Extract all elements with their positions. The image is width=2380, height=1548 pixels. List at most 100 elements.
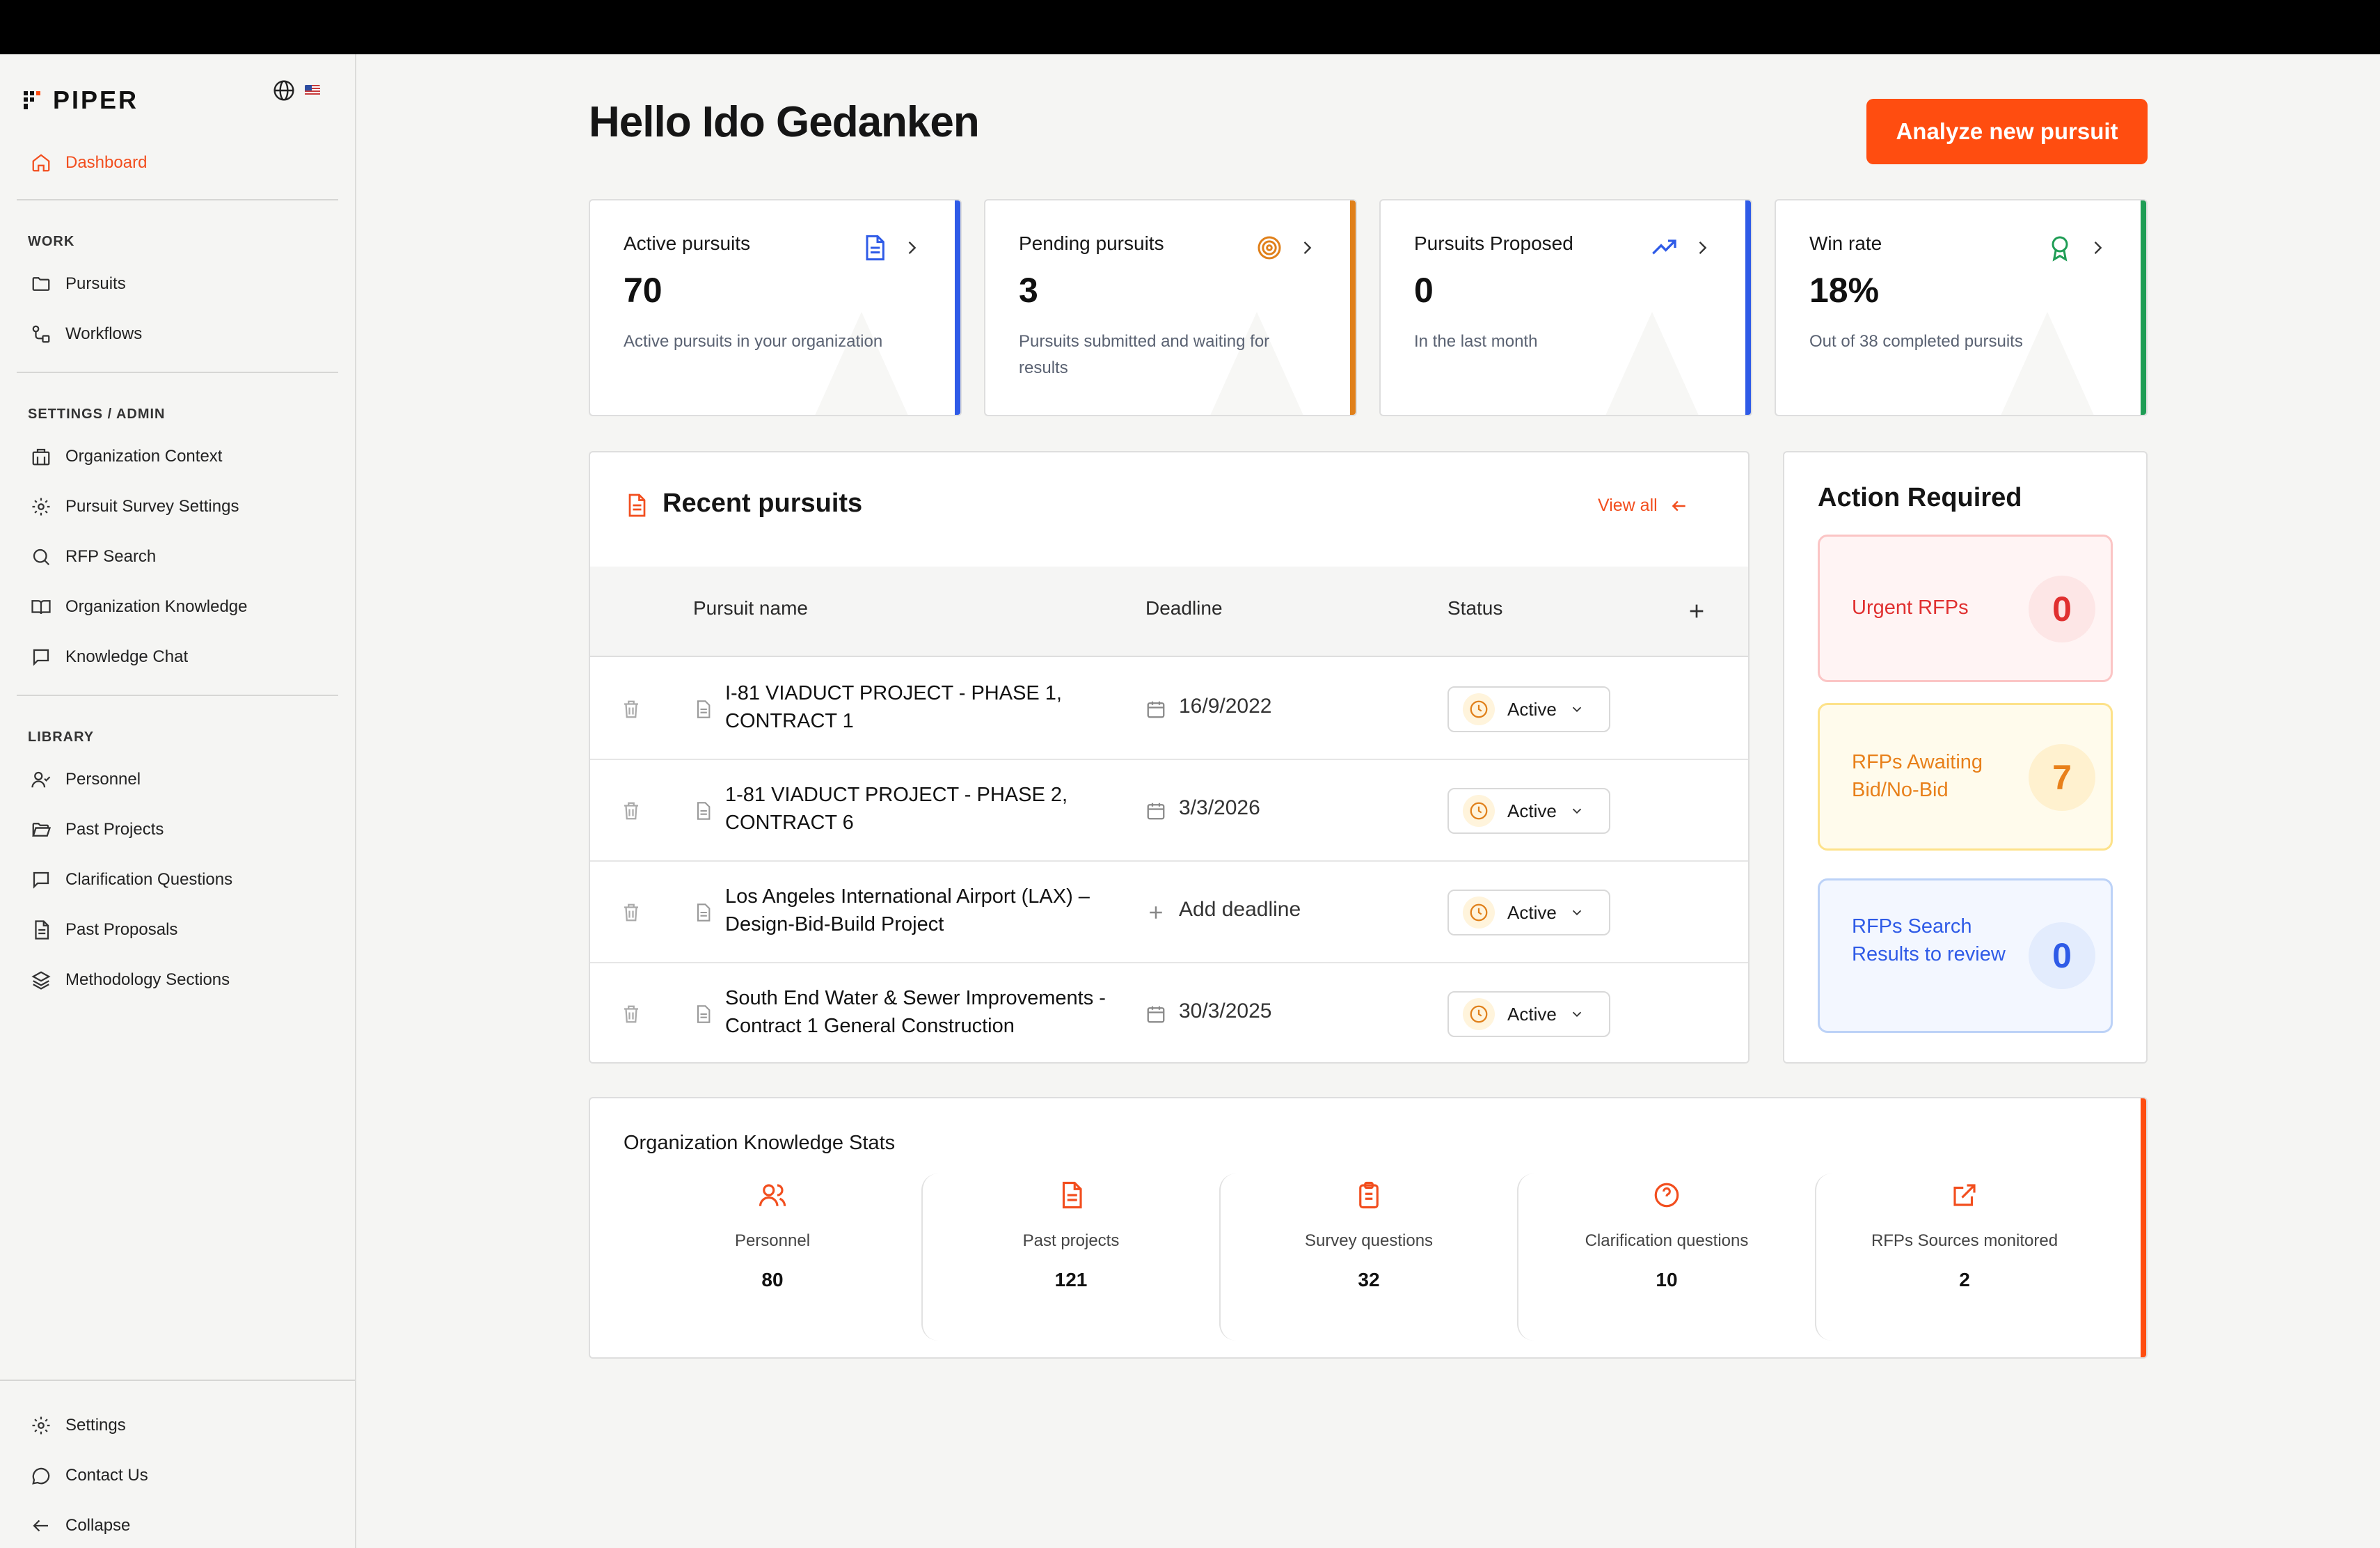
- action-card-urgent-rfps[interactable]: Urgent RFPs 0: [1818, 535, 2113, 682]
- column-header-deadline[interactable]: Deadline: [1145, 597, 1223, 619]
- us-flag-icon[interactable]: [305, 85, 320, 95]
- action-card-rfp-search-results[interactable]: RFPs Search Results to review 0: [1818, 878, 2113, 1033]
- external-link-icon: [1953, 1184, 1976, 1206]
- knowledge-stat-rfp-sources[interactable]: RFPs Sources monitored 2: [1815, 1174, 2113, 1341]
- sidebar-item-clarification-questions[interactable]: Clarification Questions: [31, 866, 232, 894]
- help-circle-icon: [1654, 1183, 1679, 1208]
- card-decoration: [1589, 312, 1715, 415]
- trash-icon[interactable]: [621, 799, 642, 823]
- sidebar-item-organization-knowledge[interactable]: Organization Knowledge: [31, 593, 248, 621]
- chevron-right-icon[interactable]: [902, 238, 921, 258]
- knowledge-stat-survey-questions[interactable]: Survey questions 32: [1219, 1174, 1517, 1341]
- clipboard-icon: [1359, 1181, 1379, 1209]
- sidebar-item-dashboard[interactable]: Dashboard: [31, 149, 147, 177]
- window-top-bar: [0, 0, 2380, 54]
- calendar-icon: [1147, 701, 1165, 718]
- chevron-right-icon[interactable]: [1692, 238, 1712, 258]
- sidebar-item-contact-us[interactable]: Contact Us: [31, 1462, 148, 1490]
- message-circle-icon: [32, 1467, 50, 1485]
- analyze-new-pursuit-button[interactable]: Analyze new pursuit: [1866, 99, 2148, 164]
- stat-card-pursuits-proposed[interactable]: Pursuits Proposed 0 In the last month: [1379, 199, 1752, 416]
- stat-card-pending-pursuits[interactable]: Pending pursuits 3 Pursuits submitted an…: [984, 199, 1357, 416]
- sidebar-item-past-proposals[interactable]: Past Proposals: [31, 916, 177, 944]
- status-dropdown[interactable]: Active: [1447, 890, 1610, 935]
- sidebar-item-methodology-sections[interactable]: Methodology Sections: [31, 966, 230, 994]
- file-icon: [697, 700, 711, 718]
- knowledge-stats-title: Organization Knowledge Stats: [624, 1132, 896, 1154]
- stat-title: Active pursuits: [624, 232, 751, 254]
- view-all-link[interactable]: View all: [1598, 496, 1688, 516]
- card-decoration: [1985, 312, 2110, 415]
- knowledge-stat-clarification-questions[interactable]: Clarification questions 10: [1517, 1174, 1815, 1341]
- trash-icon[interactable]: [621, 901, 642, 924]
- sidebar-item-personnel[interactable]: Personnel: [31, 766, 141, 793]
- knowledge-stat-label: Past projects: [1022, 1231, 1120, 1250]
- column-header-name[interactable]: Pursuit name: [693, 597, 808, 619]
- status-dropdown[interactable]: Active: [1447, 686, 1610, 732]
- stat-description: Out of 38 completed pursuits: [1809, 332, 2023, 351]
- message-square-icon: [33, 871, 49, 889]
- status-dropdown[interactable]: Active: [1447, 788, 1610, 834]
- status-label: Active: [1507, 1003, 1557, 1025]
- add-column-icon[interactable]: [1685, 600, 1708, 622]
- folder-open-icon: [32, 823, 51, 837]
- action-card-awaiting-bid[interactable]: RFPs Awaiting Bid/No-Bid 7: [1818, 703, 2113, 851]
- knowledge-stat-past-projects[interactable]: Past projects 121: [921, 1174, 1219, 1341]
- sidebar-item-label: Dashboard: [65, 153, 148, 172]
- chevron-down-icon: [1572, 1011, 1581, 1018]
- table-row[interactable]: 1-81 VIADUCT PROJECT - PHASE 2, CONTRACT…: [590, 760, 1748, 862]
- sidebar-item-knowledge-chat[interactable]: Knowledge Chat: [31, 643, 188, 671]
- pursuit-name[interactable]: Los Angeles International Airport (LAX) …: [725, 883, 1115, 938]
- sidebar-item-label: Contact Us: [65, 1466, 148, 1485]
- card-decoration: [799, 312, 924, 415]
- sidebar-item-organization-context[interactable]: Organization Context: [31, 443, 222, 471]
- user-check-icon: [31, 771, 51, 788]
- trash-icon[interactable]: [621, 697, 642, 721]
- pursuit-deadline[interactable]: 16/9/2022: [1179, 695, 1271, 718]
- stat-card-win-rate[interactable]: Win rate 18% Out of 38 completed pursuit…: [1775, 199, 2148, 416]
- knowledge-stat-value: 80: [761, 1269, 784, 1290]
- chevron-right-icon[interactable]: [2088, 238, 2107, 258]
- pursuit-name[interactable]: I-81 VIADUCT PROJECT - PHASE 1, CONTRACT…: [725, 679, 1115, 735]
- sidebar-item-pursuit-survey-settings[interactable]: Pursuit Survey Settings: [31, 493, 239, 521]
- sidebar-item-label: Personnel: [65, 770, 141, 789]
- pursuit-deadline[interactable]: 30/3/2025: [1179, 1000, 1271, 1023]
- column-header-status[interactable]: Status: [1447, 597, 1502, 619]
- add-deadline-button[interactable]: Add deadline: [1179, 898, 1301, 922]
- sidebar-item-collapse[interactable]: Collapse: [31, 1512, 130, 1540]
- sidebar-item-past-projects[interactable]: Past Projects: [31, 816, 164, 844]
- pursuit-name[interactable]: South End Water & Sewer Improvements - C…: [725, 984, 1115, 1040]
- card-accent: [2141, 200, 2146, 415]
- sidebar-item-label: Clarification Questions: [65, 870, 233, 889]
- chevron-right-icon[interactable]: [1297, 238, 1317, 258]
- workflow-icon: [32, 325, 50, 343]
- table-row[interactable]: Los Angeles International Airport (LAX) …: [590, 862, 1748, 963]
- sidebar-item-workflows[interactable]: Workflows: [31, 320, 142, 348]
- brand-logo[interactable]: PIPER: [22, 79, 138, 121]
- knowledge-stat-personnel[interactable]: Personnel 80: [624, 1174, 921, 1341]
- stat-card-active-pursuits[interactable]: Active pursuits 70 Active pursuits in yo…: [589, 199, 962, 416]
- search-icon: [33, 548, 50, 566]
- status-dropdown[interactable]: Active: [1447, 991, 1610, 1037]
- chevron-down-icon: [1572, 706, 1581, 713]
- calendar-icon: [1147, 803, 1165, 820]
- document-icon: [866, 235, 884, 261]
- action-count: 7: [2029, 744, 2095, 811]
- users-icon: [759, 1184, 786, 1206]
- globe-icon[interactable]: [273, 79, 295, 102]
- plus-icon[interactable]: [1145, 902, 1166, 923]
- chevron-down-icon: [1572, 808, 1581, 814]
- sidebar-item-rfp-search[interactable]: RFP Search: [31, 543, 156, 571]
- action-count: 0: [2029, 576, 2095, 642]
- clock-icon: [1470, 700, 1488, 718]
- table-row[interactable]: I-81 VIADUCT PROJECT - PHASE 1, CONTRACT…: [590, 658, 1748, 760]
- arrow-left-icon: [1672, 500, 1685, 511]
- pursuit-deadline[interactable]: 3/3/2026: [1179, 796, 1260, 820]
- table-row[interactable]: South End Water & Sewer Improvements - C…: [590, 963, 1748, 1062]
- pursuit-name[interactable]: 1-81 VIADUCT PROJECT - PHASE 2, CONTRACT…: [725, 781, 1115, 837]
- trash-icon[interactable]: [621, 1002, 642, 1026]
- sidebar-item-label: Knowledge Chat: [65, 647, 189, 666]
- sidebar-item-pursuits[interactable]: Pursuits: [31, 270, 126, 298]
- knowledge-stat-label: RFPs Sources monitored: [1871, 1231, 2058, 1250]
- sidebar-item-settings[interactable]: Settings: [31, 1412, 126, 1439]
